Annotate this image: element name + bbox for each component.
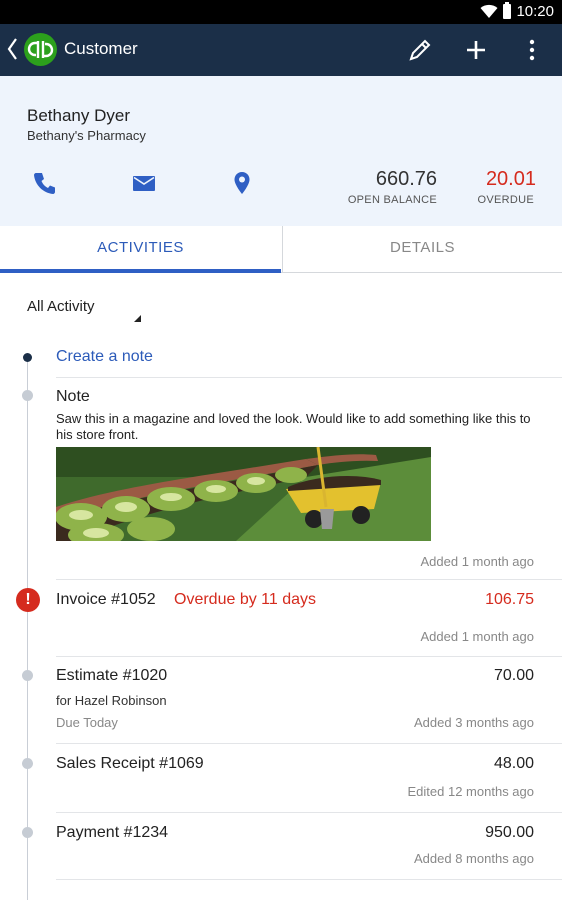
note-garden-image[interactable] bbox=[56, 447, 431, 541]
edit-icon[interactable] bbox=[406, 36, 434, 64]
divider bbox=[56, 879, 562, 880]
note-body: Saw this in a magazine and loved the loo… bbox=[56, 411, 531, 442]
timeline-dot bbox=[22, 390, 33, 401]
sales-receipt-title[interactable]: Sales Receipt #1069 bbox=[56, 755, 204, 773]
add-icon[interactable] bbox=[462, 36, 490, 64]
tab-details[interactable]: DETAILS bbox=[282, 226, 562, 272]
divider bbox=[56, 656, 562, 657]
quickbooks-logo[interactable] bbox=[24, 33, 57, 66]
estimate-title[interactable]: Estimate #1020 bbox=[56, 667, 167, 685]
alert-icon: ! bbox=[16, 588, 40, 612]
battery-icon bbox=[503, 2, 511, 19]
estimate-meta: Added 3 months ago bbox=[414, 715, 534, 730]
divider bbox=[56, 377, 562, 378]
sales-receipt-meta: Edited 12 months ago bbox=[407, 784, 534, 799]
tab-activities[interactable]: ACTIVITIES bbox=[0, 226, 281, 273]
phone-icon[interactable] bbox=[32, 170, 58, 196]
wifi-icon bbox=[480, 4, 498, 24]
invoice-amount: 106.75 bbox=[485, 591, 534, 608]
customer-name: Bethany Dyer bbox=[27, 106, 130, 125]
payment-title[interactable]: Payment #1234 bbox=[56, 824, 168, 842]
estimate-due: Due Today bbox=[56, 715, 118, 730]
activity-filter-dropdown[interactable]: All Activity bbox=[27, 298, 95, 315]
payment-amount: 950.00 bbox=[485, 824, 534, 841]
invoice-overdue-status: Overdue by 11 days bbox=[174, 591, 317, 608]
note-title[interactable]: Note bbox=[56, 388, 90, 406]
timeline-dot bbox=[22, 827, 33, 838]
app-bar: Customer bbox=[0, 24, 562, 76]
divider bbox=[56, 812, 562, 813]
sales-receipt-amount: 48.00 bbox=[493, 755, 534, 772]
payment-meta: Added 8 months ago bbox=[414, 851, 534, 866]
customer-header: Bethany Dyer Bethany's Pharmacy 660.76 O… bbox=[0, 76, 562, 226]
open-balance-label: OPEN BALANCE bbox=[347, 194, 437, 206]
invoice-title[interactable]: Invoice #1052 bbox=[56, 591, 156, 609]
location-pin-icon[interactable] bbox=[229, 170, 255, 196]
overdue-label: OVERDUE bbox=[477, 194, 534, 206]
open-balance-value: 660.76 bbox=[375, 168, 437, 190]
back-arrow-icon[interactable] bbox=[6, 37, 18, 66]
status-bar: 10:20 bbox=[0, 0, 562, 24]
divider bbox=[56, 579, 562, 580]
create-note-link[interactable]: Create a note bbox=[56, 348, 153, 366]
email-icon[interactable] bbox=[131, 170, 157, 196]
customer-company: Bethany's Pharmacy bbox=[27, 128, 146, 143]
tab-bar: ACTIVITIES DETAILS bbox=[0, 226, 562, 273]
timeline-line bbox=[27, 360, 28, 900]
divider bbox=[56, 743, 562, 744]
status-time: 10:20 bbox=[516, 3, 554, 20]
estimate-customer: for Hazel Robinson bbox=[56, 693, 167, 708]
timeline-dot bbox=[22, 758, 33, 769]
timeline-dot bbox=[22, 670, 33, 681]
page-title: Customer bbox=[64, 39, 138, 58]
note-meta: Added 1 month ago bbox=[420, 554, 534, 569]
overdue-value: 20.01 bbox=[485, 168, 536, 190]
more-options-icon[interactable] bbox=[518, 36, 546, 64]
timeline-dot bbox=[23, 353, 32, 362]
estimate-amount: 70.00 bbox=[493, 667, 534, 684]
dropdown-arrow-icon[interactable] bbox=[134, 315, 141, 322]
invoice-meta: Added 1 month ago bbox=[420, 629, 534, 644]
